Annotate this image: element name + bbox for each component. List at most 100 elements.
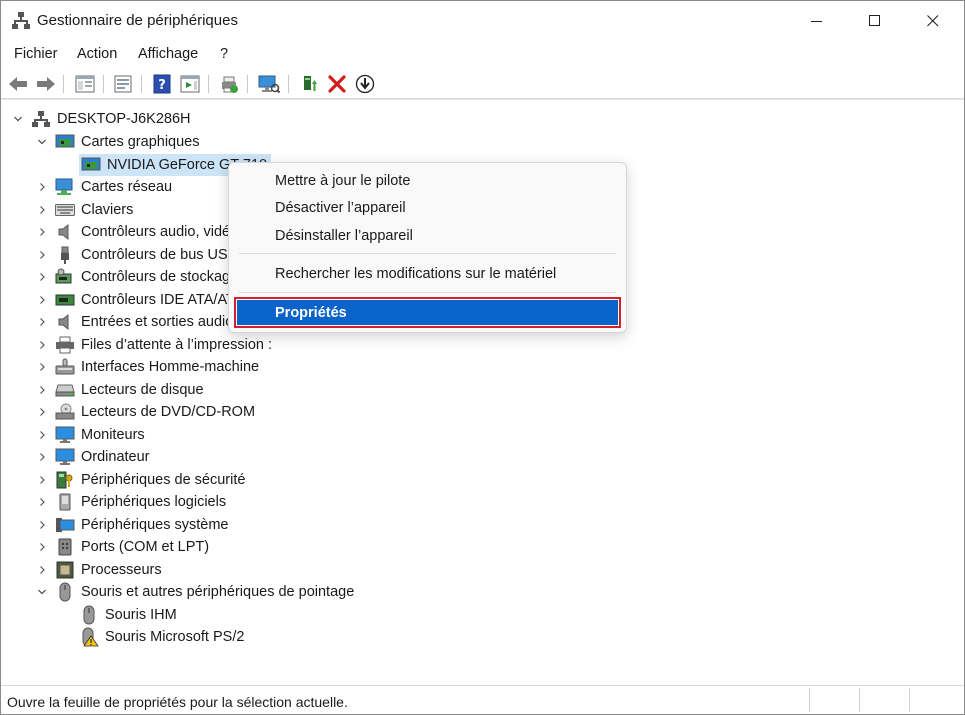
title-bar[interactable]: Gestionnaire de périphériques	[1, 1, 964, 41]
chevron-right-icon[interactable]	[35, 559, 49, 581]
tree-category-lecteurs-disque[interactable]: Lecteurs de disque	[35, 379, 208, 401]
speaker-icon	[55, 313, 75, 331]
ctx-update-driver[interactable]: Mettre à jour le pilote	[237, 168, 618, 194]
ctx-properties[interactable]: Propriétés	[234, 297, 621, 328]
tree-category-souris[interactable]: Souris et autres périphériques de pointa…	[35, 581, 358, 603]
properties-toolbar-button[interactable]	[111, 72, 135, 96]
system-device-icon	[55, 516, 75, 534]
hid-icon	[55, 358, 75, 376]
back-button[interactable]	[6, 72, 30, 96]
ctx-uninstall-device[interactable]: Désinstaller l’appareil	[237, 223, 618, 249]
tree-category-interfaces-homme-machine[interactable]: Interfaces Homme-machine	[35, 356, 263, 378]
chevron-right-icon[interactable]	[35, 356, 49, 378]
tree-category-moniteurs[interactable]: Moniteurs	[35, 424, 149, 446]
chevron-right-icon[interactable]	[35, 424, 49, 446]
scan-monitor-icon	[258, 75, 280, 94]
chevron-right-icon[interactable]	[35, 536, 49, 558]
chevron-down-icon[interactable]	[35, 131, 49, 153]
chevron-right-icon[interactable]	[35, 266, 49, 288]
status-bar: Ouvre la feuille de propriétés pour la s…	[1, 685, 964, 714]
tree-category-cartes-graphiques[interactable]: Cartes graphiques	[35, 131, 204, 153]
tree-category-peripheriques-securite[interactable]: Périphériques de sécurité	[35, 469, 249, 491]
red-x-icon	[328, 75, 346, 93]
action-pane-icon	[180, 75, 200, 93]
chevron-right-icon[interactable]	[35, 514, 49, 536]
tree-category-controleurs-stockage[interactable]: Contrôleurs de stockage	[35, 266, 242, 288]
tree-device-souris-ps2[interactable]: Souris Microsoft PS/2	[59, 626, 248, 648]
chevron-right-icon[interactable]	[35, 311, 49, 333]
chevron-down-icon[interactable]	[11, 108, 25, 130]
help-toolbar-button[interactable]: ?	[150, 72, 174, 96]
tree-category-claviers[interactable]: Claviers	[35, 199, 137, 221]
uninstall-device-button[interactable]	[325, 72, 349, 96]
device-manager-window: Gestionnaire de périphériques Fichier Ac…	[0, 0, 965, 715]
processor-icon	[55, 561, 75, 579]
forward-button[interactable]	[34, 72, 58, 96]
disk-drive-icon	[55, 381, 75, 399]
menu-bar: Fichier Action Affichage ?	[1, 41, 964, 69]
tree-category-entrees-sorties-audio[interactable]: Entrées et sorties audio	[35, 311, 237, 333]
print-button[interactable]	[217, 72, 241, 96]
console-tree-icon	[75, 75, 95, 93]
svg-text:?: ?	[158, 78, 166, 93]
tree-category-ports[interactable]: Ports (COM et LPT)	[35, 536, 213, 558]
chevron-right-icon[interactable]	[35, 401, 49, 423]
tree-root-label: DESKTOP-J6K286H	[57, 111, 191, 127]
device-manager-app-icon	[11, 10, 31, 30]
chevron-right-icon[interactable]	[35, 334, 49, 356]
close-button[interactable]	[904, 1, 962, 41]
window-title: Gestionnaire de périphériques	[37, 12, 238, 29]
help-icon: ?	[153, 74, 171, 94]
tree-device-souris-ihm[interactable]: Souris IHM	[59, 604, 181, 626]
ctx-disable-device[interactable]: Désactiver l’appareil	[237, 195, 618, 221]
chevron-right-icon[interactable]	[35, 379, 49, 401]
tree-category-peripheriques-systeme[interactable]: Périphériques système	[35, 514, 233, 536]
computer-tree-icon	[31, 110, 51, 128]
show-hide-console-tree-button[interactable]	[73, 72, 97, 96]
menu-affichage[interactable]: Affichage	[138, 46, 198, 62]
keyboard-icon	[55, 201, 75, 219]
properties-icon	[114, 75, 132, 93]
tree-category-controleurs-usb[interactable]: Contrôleurs de bus USB	[35, 244, 241, 266]
chevron-right-icon[interactable]	[35, 221, 49, 243]
download-circle-icon	[355, 74, 375, 94]
scan-hardware-button[interactable]	[257, 72, 281, 96]
monitor-icon	[55, 426, 75, 444]
computer-icon	[55, 448, 75, 466]
port-icon	[55, 538, 75, 556]
tree-root[interactable]: DESKTOP-J6K286H	[11, 108, 195, 130]
printer-update-icon	[222, 76, 238, 93]
display-adapter-icon	[55, 133, 75, 151]
menu-help[interactable]: ?	[220, 46, 228, 62]
chevron-right-icon[interactable]	[35, 289, 49, 311]
action-pane-button[interactable]	[178, 72, 202, 96]
update-driver-button[interactable]	[297, 72, 321, 96]
mouse-icon	[79, 605, 99, 625]
menu-action[interactable]: Action	[77, 46, 117, 62]
chevron-right-icon[interactable]	[35, 176, 49, 198]
chevron-down-icon[interactable]	[35, 581, 49, 603]
menu-fichier[interactable]: Fichier	[14, 46, 58, 62]
chevron-right-icon[interactable]	[35, 244, 49, 266]
chevron-right-icon[interactable]	[35, 469, 49, 491]
ctx-scan-hardware[interactable]: Rechercher les modifications sur le maté…	[237, 261, 618, 287]
maximize-button[interactable]	[846, 1, 904, 41]
chevron-right-icon[interactable]	[35, 199, 49, 221]
minimize-button[interactable]	[788, 1, 846, 41]
security-device-icon	[55, 471, 75, 489]
speaker-icon	[55, 223, 75, 241]
install-legacy-button[interactable]	[353, 72, 377, 96]
tree-category-peripheriques-logiciels[interactable]: Périphériques logiciels	[35, 491, 230, 513]
dvd-drive-icon	[55, 403, 75, 421]
arrow-right-icon	[37, 77, 55, 91]
display-adapter-icon	[81, 156, 101, 174]
tree-category-files-impression[interactable]: Files d’attente à l’impression :	[35, 334, 276, 356]
status-text: Ouvre la feuille de propriétés pour la s…	[7, 694, 348, 710]
tree-category-processeurs[interactable]: Processeurs	[35, 559, 166, 581]
tree-category-lecteurs-dvd[interactable]: Lecteurs de DVD/CD-ROM	[35, 401, 259, 423]
mouse-icon	[55, 582, 75, 602]
chevron-right-icon[interactable]	[35, 446, 49, 468]
chevron-right-icon[interactable]	[35, 491, 49, 513]
tree-category-cartes-reseau[interactable]: Cartes réseau	[35, 176, 176, 198]
tree-category-ordinateur[interactable]: Ordinateur	[35, 446, 154, 468]
